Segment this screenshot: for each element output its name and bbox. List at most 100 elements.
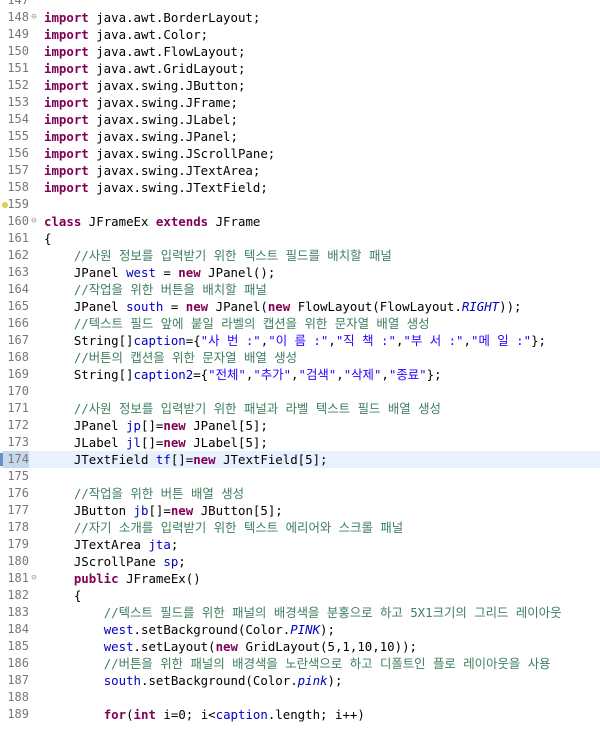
code-text: javax.swing.JTextField; [88, 180, 268, 195]
code-editor[interactable]: 147 148 ⊖ import java.awt.BorderLayout; 149 i… [0, 0, 600, 730]
line-code: JLabel jl[]=new JLabel[5]; [44, 434, 268, 451]
code-line[interactable]: 173 JLabel jl[]=new JLabel[5]; [0, 434, 600, 451]
code-text: .length; i++) [267, 707, 365, 722]
code-line[interactable]: 157 import javax.swing.JTextArea; [0, 162, 600, 179]
code-line[interactable]: 187 south.setBackground(Color.pink); [0, 672, 600, 689]
code-text: FlowLayout(FlowLayout. [290, 299, 462, 314]
line-code: import java.awt.FlowLayout; [44, 43, 245, 60]
keyword-token: for [103, 707, 127, 722]
comment-text: //텍스트 필드 앞에 붙일 라벨의 캡션을 위한 문자열 배열 생성 [73, 316, 430, 331]
line-code: JButton jb[]=new JButton[5]; [44, 502, 283, 519]
line-code: //자기 소개를 입력받기 위한 텍스트 에리어와 스크롤 패널 [44, 519, 403, 536]
code-line[interactable]: 151 import java.awt.GridLayout; [0, 60, 600, 77]
code-line[interactable]: 152 import javax.swing.JButton; [0, 77, 600, 94]
string-literal: "검색" [298, 367, 337, 382]
code-line[interactable]: 165 JPanel south = new JPanel(new FlowLa… [0, 298, 600, 315]
code-line[interactable]: 164 //작업을 위한 버튼을 배치할 패널 [0, 281, 600, 298]
code-line[interactable]: 150 import java.awt.FlowLayout; [0, 43, 600, 60]
line-number: 147 [7, 0, 29, 7]
code-line[interactable]: 154 import javax.swing.JLabel; [0, 111, 600, 128]
collapse-fold-icon[interactable]: ⊖ [30, 9, 38, 26]
code-line[interactable]: 160 ⊖ class JFrameEx extends JFrame [0, 213, 600, 230]
line-code: //텍스트 필드 앞에 붙일 라벨의 캡션을 위한 문자열 배열 생성 [44, 315, 430, 332]
string-literal: "전체" [208, 367, 246, 382]
code-line[interactable]: 179 JTextArea jta; [0, 536, 600, 553]
code-line[interactable]: 178 //자기 소개를 입력받기 위한 텍스트 에리어와 스크롤 패널 [0, 519, 600, 536]
collapse-fold-icon[interactable]: ⊖ [30, 213, 38, 230]
code-line[interactable]: 149 import java.awt.Color; [0, 26, 600, 43]
code-text: .setBackground(Color. [133, 622, 291, 637]
comment-text: //사원 정보를 입력받기 위한 패널과 라벨 텍스트 필드 배열 생성 [73, 401, 441, 416]
code-area[interactable]: 147 148 ⊖ import java.awt.BorderLayout; 149 i… [0, 0, 600, 723]
code-line[interactable]: 147 [0, 0, 600, 9]
code-line[interactable]: 181 ⊖ public JFrameEx() [0, 570, 600, 587]
keyword-token: new [178, 265, 201, 280]
code-line[interactable]: 156 import javax.swing.JScrollPane; [0, 145, 600, 162]
code-line[interactable]: 158 import javax.swing.JTextField; [0, 179, 600, 196]
comment-text: //버튼의 캡션을 위한 문자열 배열 생성 [73, 350, 298, 365]
keyword-token: extends [155, 214, 209, 229]
line-code: String[]caption={"사 번 :","이 름 :","직 책 :"… [44, 332, 546, 349]
code-line[interactable]: 182 { [0, 587, 600, 604]
keyword-token: import [44, 10, 89, 25]
collapse-fold-icon[interactable]: ⊖ [30, 570, 38, 587]
field-token: jta [148, 537, 171, 552]
code-text: }; [426, 367, 442, 382]
keyword-token: import [44, 146, 89, 161]
code-line[interactable]: 153 import javax.swing.JFrame; [0, 94, 600, 111]
code-line[interactable]: 176 //작업을 위한 버튼 배열 생성 [0, 485, 600, 502]
current-code-line[interactable]: 174 JTextField tf[]=new JTextField[5]; [0, 451, 600, 468]
code-line[interactable]: 166 //텍스트 필드 앞에 붙일 라벨의 캡션을 위한 문자열 배열 생성 [0, 315, 600, 332]
line-number: 174 [3, 451, 29, 468]
comment-text: //버튼을 위한 패널의 배경색을 노란색으로 하고 디폴트인 플로 레이아웃을… [103, 656, 551, 671]
code-text: = [155, 265, 179, 280]
code-line[interactable]: 180 JScrollPane sp; [0, 553, 600, 570]
code-line[interactable]: 172 JPanel jp[]=new JPanel[5]; [0, 417, 600, 434]
line-code: west.setBackground(Color.PINK); [44, 621, 335, 638]
code-line[interactable]: 185 west.setLayout(new GridLayout(5,1,10… [0, 638, 600, 655]
line-number: 182 [7, 588, 29, 602]
code-line[interactable]: 183 //텍스트 필드를 위한 패널의 배경색을 분홍으로 하고 5X1크기의… [0, 604, 600, 621]
code-line[interactable]: 188 [0, 689, 600, 706]
code-line[interactable]: 177 JButton jb[]=new JButton[5]; [0, 502, 600, 519]
line-code: west.setLayout(new GridLayout(5,1,10,10)… [44, 638, 417, 655]
code-line[interactable]: 167 String[]caption={"사 번 :","이 름 :","직 … [0, 332, 600, 349]
code-line[interactable]: 163 JPanel west = new JPanel(); [0, 264, 600, 281]
code-line[interactable]: 161 { [0, 230, 600, 247]
code-text: ={ [193, 367, 209, 382]
field-token: west [103, 639, 134, 654]
field-token: jb [133, 503, 149, 518]
code-line[interactable]: 169 String[]caption2={"전체","추가","검색","삭제… [0, 366, 600, 383]
code-text: JButton[5]; [193, 503, 283, 518]
code-line[interactable]: 148 ⊖ import java.awt.BorderLayout; [0, 9, 600, 26]
code-text: JLabel[5]; [185, 435, 268, 450]
code-text: javax.swing.JLabel; [88, 112, 238, 127]
code-line[interactable]: 155 import javax.swing.JPanel; [0, 128, 600, 145]
code-line[interactable]: 184 west.setBackground(Color.PINK); [0, 621, 600, 638]
field-token: caption2 [133, 367, 194, 382]
line-code: //텍스트 필드를 위한 패널의 배경색을 분홍으로 하고 5X1크기의 그리드… [44, 604, 562, 621]
code-line[interactable]: 170 [0, 383, 600, 400]
code-text: .setBackground(Color. [141, 673, 298, 688]
code-text: JFrameEx [81, 214, 156, 229]
code-line[interactable]: 189 for(int i=0; i<caption.length; i++) [0, 706, 600, 723]
line-number: 176 [7, 486, 29, 500]
line-number: 173 [7, 435, 29, 449]
line-code: //버튼의 캡션을 위한 문자열 배열 생성 [44, 349, 297, 366]
line-code: for(int i=0; i<caption.length; i++) [44, 706, 365, 723]
code-line[interactable]: 168 //버튼의 캡션을 위한 문자열 배열 생성 [0, 349, 600, 366]
code-line[interactable]: 186 //버튼을 위한 패널의 배경색을 노란색으로 하고 디폴트인 플로 레… [0, 655, 600, 672]
code-line[interactable]: 159 [0, 196, 600, 213]
code-line[interactable]: 175 [0, 468, 600, 485]
code-line[interactable]: 162 //사원 정보를 입력받기 위한 텍스트 필드를 배치할 패널 [0, 247, 600, 264]
code-line[interactable]: 171 //사원 정보를 입력받기 위한 패널과 라벨 텍스트 필드 배열 생성 [0, 400, 600, 417]
string-literal: "삭제" [343, 367, 382, 382]
code-text: JButton [44, 503, 134, 518]
field-token: jl [126, 435, 141, 450]
string-literal: "추가" [253, 367, 292, 382]
